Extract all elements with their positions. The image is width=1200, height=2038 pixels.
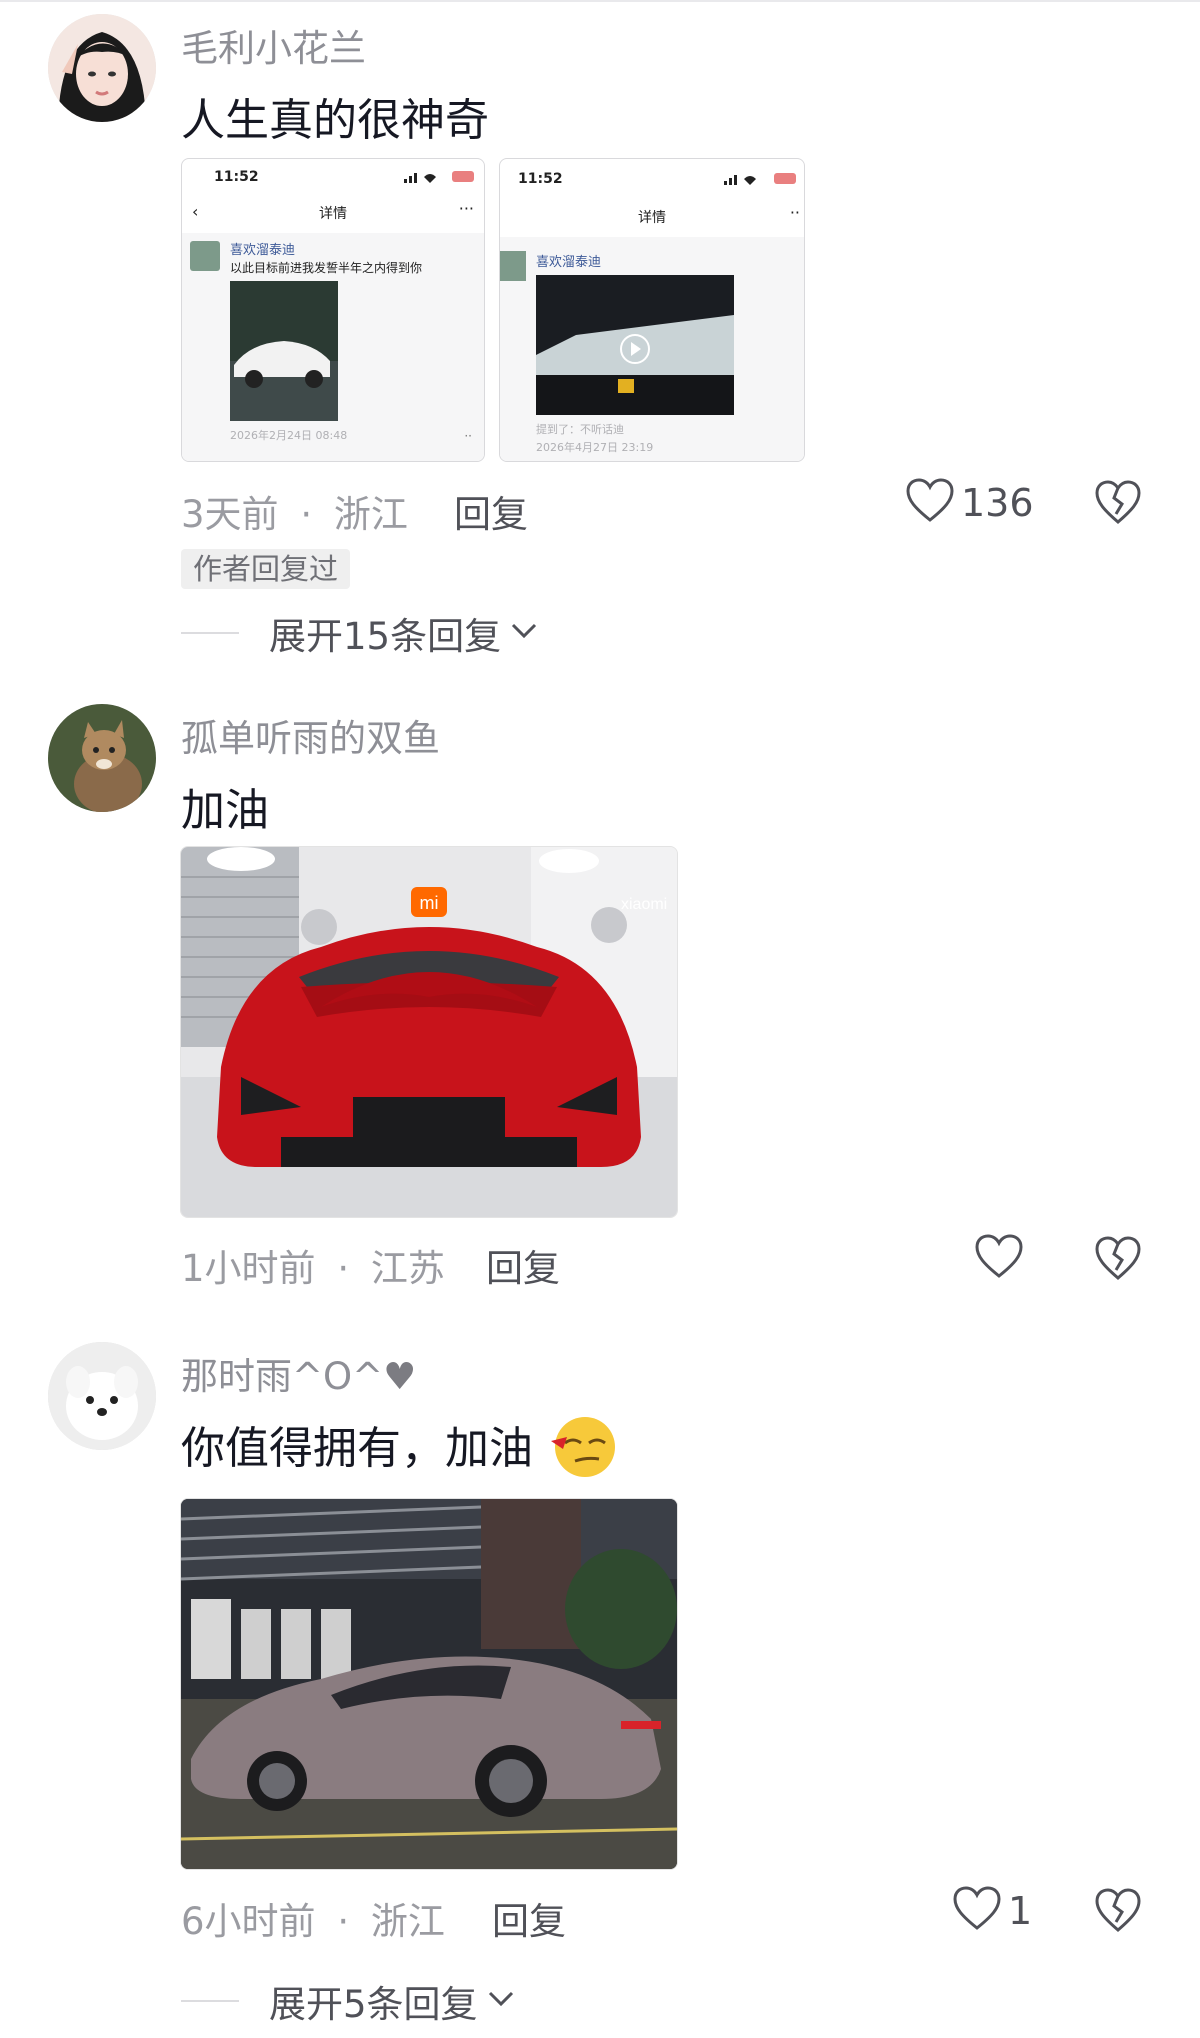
comment-location: 江苏 xyxy=(370,1247,445,1290)
username[interactable]: 毛利小花兰 xyxy=(181,18,366,72)
nav-title: 详情 xyxy=(638,210,666,226)
author-replied-badge: 作者回复过 xyxy=(181,549,351,589)
comment-location: 浙江 xyxy=(333,493,408,536)
broken-heart-icon xyxy=(1094,1888,1142,1938)
dislike-button[interactable] xyxy=(1094,480,1142,530)
comment-meta: 3天前 · 浙江 xyxy=(181,484,408,538)
dislike-button[interactable] xyxy=(1094,1888,1142,1938)
smirk-emoji-icon xyxy=(549,1413,619,1490)
more-icon: ·· xyxy=(789,203,800,222)
username[interactable]: 孤单听雨的双鱼 xyxy=(181,708,440,762)
broken-heart-icon xyxy=(1094,1236,1142,1286)
chevron-down-icon xyxy=(509,621,539,645)
username[interactable]: 那时雨^O^♥ xyxy=(181,1346,416,1400)
screenshot-text: 以此目标前进我发誓半年之内得到你 xyxy=(230,261,423,275)
comment-text: 人生真的很神奇 xyxy=(181,95,489,146)
heart-icon xyxy=(974,1234,1024,1284)
expand-label: 展开15条回复 xyxy=(269,615,502,658)
avatar[interactable] xyxy=(48,1342,156,1450)
signal-icon xyxy=(724,173,760,189)
status-bar: 11:52 xyxy=(500,159,804,193)
like-button[interactable]: 1 xyxy=(952,1886,1032,1936)
screenshot-avatar xyxy=(500,251,526,281)
comment-text: 你值得拥有，加油 xyxy=(181,1412,619,1490)
avatar[interactable] xyxy=(48,704,156,812)
like-button[interactable] xyxy=(974,1234,1030,1284)
like-count: 136 xyxy=(961,481,1034,525)
reply-button[interactable]: 回复 xyxy=(454,484,528,538)
broken-heart-icon xyxy=(1094,480,1142,530)
expand-divider xyxy=(181,2000,239,2002)
comment-meta: 1小时前 · 江苏 xyxy=(181,1238,445,1292)
screenshot-more-icon: ·· xyxy=(464,429,472,443)
expand-replies-button[interactable]: 展开15条回复 xyxy=(181,606,539,660)
expand-divider xyxy=(181,632,239,634)
photo-sign-text: xiaomi xyxy=(621,896,667,913)
comment-time: 3天前 xyxy=(181,493,279,536)
meta-separator: · xyxy=(337,1247,350,1290)
expand-replies-button[interactable]: 展开5条回复 xyxy=(181,1974,516,2028)
comment-time: 6小时前 xyxy=(181,1900,316,1943)
username-text: 那时雨^O^ xyxy=(181,1355,384,1398)
battery-icon xyxy=(774,173,796,184)
battery-icon xyxy=(452,171,474,182)
comment-image[interactable]: mi xiaomi xyxy=(180,846,678,1218)
comment-text: 加油 xyxy=(181,785,269,836)
comment-meta: 6小时前 · 浙江 xyxy=(181,1891,445,1945)
comment-time: 1小时前 xyxy=(181,1247,316,1290)
chevron-down-icon xyxy=(486,1989,516,2013)
top-divider xyxy=(0,0,1200,2)
comment-image[interactable] xyxy=(180,1498,678,1870)
screenshot-nav: 详情 ·· xyxy=(500,199,804,233)
screenshot-user: 喜欢溜泰迪 xyxy=(230,243,296,258)
status-bar: 11:52 xyxy=(182,159,484,193)
reply-button[interactable]: 回复 xyxy=(492,1891,566,1945)
avatar[interactable] xyxy=(48,14,156,122)
screenshot-video xyxy=(536,275,734,415)
signal-icon xyxy=(404,171,440,187)
dislike-button[interactable] xyxy=(1094,1236,1142,1286)
screenshot-date: 2026年4月27日 23:19 xyxy=(536,441,654,454)
heart-icon xyxy=(905,478,955,528)
screenshot-nav: ‹ 详情 ··· xyxy=(182,199,484,233)
meta-separator: · xyxy=(337,1900,350,1943)
nav-title: 详情 xyxy=(319,206,347,222)
reply-button[interactable]: 回复 xyxy=(486,1238,560,1292)
screenshot-tag: 提到了：不听话迪 xyxy=(536,423,624,436)
meta-separator: · xyxy=(300,493,313,536)
screenshot-avatar xyxy=(190,241,220,271)
like-count: 1 xyxy=(1008,1889,1033,1933)
more-icon: ··· xyxy=(458,199,474,218)
comment-text-content: 你值得拥有，加油 xyxy=(181,1423,533,1474)
comment-location: 浙江 xyxy=(370,1900,445,1943)
comment-image[interactable]: 11:52 详情 ·· 喜欢溜泰迪 提到了：不听话迪 2026年4月27日 23… xyxy=(499,158,805,462)
comment-image[interactable]: 11:52 ‹ 详情 ··· 喜欢溜泰迪 以此目标前进我发誓半年之内得到你 20… xyxy=(181,158,485,462)
heart-emoji-icon: ♥ xyxy=(383,1355,417,1398)
status-time: 11:52 xyxy=(214,169,259,185)
expand-label: 展开5条回复 xyxy=(269,1983,478,2026)
heart-icon xyxy=(952,1886,1002,1936)
screenshot-date: 2026年2月24日 08:48 xyxy=(230,429,348,442)
svg-text:mi: mi xyxy=(420,893,439,913)
screenshot-car-photo xyxy=(230,281,338,421)
like-button[interactable]: 136 xyxy=(905,478,1034,528)
status-time: 11:52 xyxy=(518,171,563,187)
screenshot-user: 喜欢溜泰迪 xyxy=(536,255,602,270)
